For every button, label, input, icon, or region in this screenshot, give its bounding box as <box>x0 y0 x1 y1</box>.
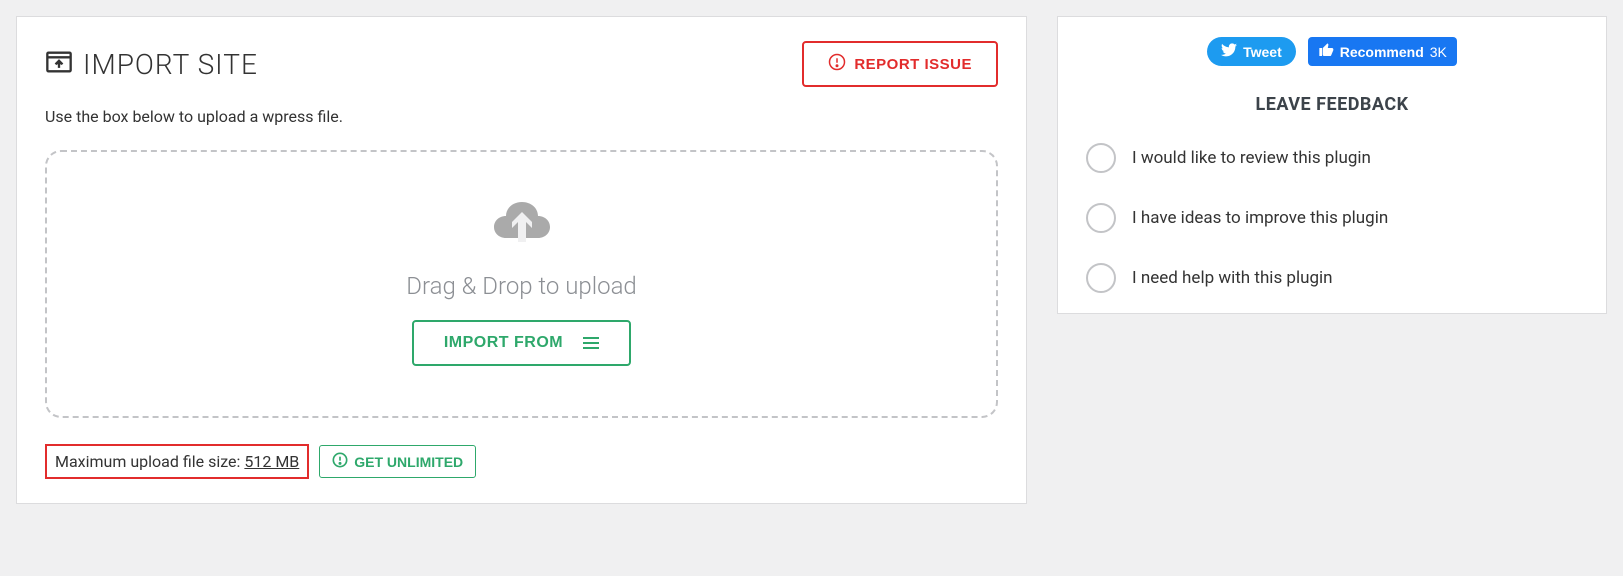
get-unlimited-button[interactable]: GET UNLIMITED <box>319 445 476 478</box>
upload-dropzone[interactable]: Drag & Drop to upload IMPORT FROM <box>45 150 998 418</box>
sidebar: Tweet Recommend 3K LEAVE FEEDBACK I woul… <box>1057 16 1607 314</box>
get-unlimited-label: GET UNLIMITED <box>354 454 463 470</box>
feedback-option-ideas[interactable]: I have ideas to improve this plugin <box>1086 203 1578 233</box>
header-row: IMPORT SITE REPORT ISSUE <box>45 41 998 87</box>
title-group: IMPORT SITE <box>45 48 258 81</box>
max-upload-size: Maximum upload file size: 512 MB <box>45 444 309 479</box>
import-from-label: IMPORT FROM <box>444 334 563 352</box>
twitter-icon <box>1221 43 1237 60</box>
footer-row: Maximum upload file size: 512 MB GET UNL… <box>45 444 998 479</box>
feedback-option-label: I would like to review this plugin <box>1132 148 1371 168</box>
import-icon <box>45 48 73 80</box>
menu-icon <box>583 337 599 349</box>
thumbs-up-icon <box>1318 42 1334 61</box>
feedback-option-review[interactable]: I would like to review this plugin <box>1086 143 1578 173</box>
radio-icon <box>1086 203 1116 233</box>
page-title: IMPORT SITE <box>83 48 258 81</box>
subtitle: Use the box below to upload a wpress fil… <box>45 107 998 126</box>
report-issue-label: REPORT ISSUE <box>854 56 972 73</box>
import-from-button[interactable]: IMPORT FROM <box>412 320 631 366</box>
warning-icon <box>828 53 846 75</box>
feedback-option-help[interactable]: I need help with this plugin <box>1086 263 1578 293</box>
fb-recommend-button[interactable]: Recommend 3K <box>1308 37 1457 66</box>
feedback-option-label: I have ideas to improve this plugin <box>1132 208 1388 228</box>
max-size-value: 512 MB <box>244 452 299 471</box>
feedback-title: LEAVE FEEDBACK <box>1086 94 1578 115</box>
dropzone-text: Drag & Drop to upload <box>406 272 637 300</box>
radio-icon <box>1086 263 1116 293</box>
tweet-label: Tweet <box>1243 44 1282 60</box>
fb-label: Recommend <box>1340 44 1424 60</box>
info-icon <box>332 452 348 471</box>
max-size-label: Maximum upload file size: <box>55 452 244 471</box>
import-panel: IMPORT SITE REPORT ISSUE Use the box bel… <box>16 16 1027 504</box>
feedback-options: I would like to review this plugin I hav… <box>1086 143 1578 293</box>
social-buttons: Tweet Recommend 3K <box>1086 37 1578 66</box>
radio-icon <box>1086 143 1116 173</box>
report-issue-button[interactable]: REPORT ISSUE <box>802 41 998 87</box>
fb-count: 3K <box>1430 44 1447 60</box>
cloud-upload-icon <box>490 192 554 252</box>
feedback-option-label: I need help with this plugin <box>1132 268 1333 288</box>
tweet-button[interactable]: Tweet <box>1207 37 1296 66</box>
